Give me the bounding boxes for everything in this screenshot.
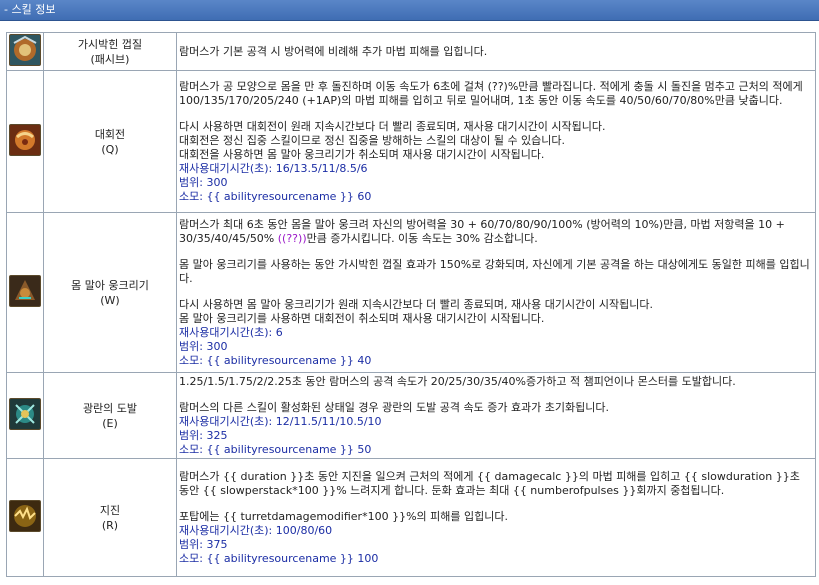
unknown-value: ((??)) xyxy=(277,231,307,245)
skill-name: 가시박힌 껍질 xyxy=(77,37,143,51)
skill-key: (패시브) xyxy=(90,52,130,66)
skill-name: 대회전 xyxy=(94,127,126,141)
skill-desc-line: 대회전을 사용하면 몸 말아 웅크리기가 취소되며 재사용 대기시간이 시작됩니… xyxy=(179,147,545,161)
range-stat: 범위: 325 xyxy=(179,428,228,442)
skill-name: 몸 말아 웅크리기 xyxy=(71,278,149,292)
defensive-curl-icon xyxy=(9,275,41,307)
frenzying-taunt-icon xyxy=(9,398,41,430)
cooldown-stat: 재사용대기시간(초): 6 xyxy=(179,325,283,339)
skill-key: (E) xyxy=(102,416,118,430)
skill-name: 광란의 도발 xyxy=(82,401,138,415)
tremors-icon xyxy=(9,500,41,532)
section-header: - 스킬 정보 xyxy=(0,0,819,21)
skill-row-passive: 가시박힌 껍질 (패시브) 람머스가 기본 공격 시 방어력에 비례해 추가 마… xyxy=(6,32,816,71)
skill-desc-line: 다시 사용하면 대회전이 원래 지속시간보다 더 빨리 종료되며, 재사용 대기… xyxy=(179,119,606,133)
skill-key: (W) xyxy=(100,293,120,307)
skill-key: (R) xyxy=(101,518,119,532)
cost-stat: 소모: {{ abilityresourcename }} 100 xyxy=(179,551,379,565)
skill-desc-line: 1.25/1.5/1.75/2/2.25초 동안 람머스의 공격 속도가 20/… xyxy=(179,374,736,388)
skill-row-q: 대회전 (Q) 람머스가 공 모양으로 몸을 만 후 돌진하며 이동 속도가 6… xyxy=(6,70,816,213)
cost-stat: 소모: {{ abilityresourcename }} 40 xyxy=(179,353,372,367)
skill-table: 가시박힌 껍질 (패시브) 람머스가 기본 공격 시 방어력에 비례해 추가 마… xyxy=(6,32,816,577)
skill-row-w: 몸 말아 웅크리기 (W) 람머스가 최대 6초 동안 몸을 말아 웅크려 자신… xyxy=(6,212,816,373)
skill-desc-line: 포탑에는 {{ turretdamagemodifier*100 }}%의 피해… xyxy=(179,509,508,523)
cooldown-stat: 재사용대기시간(초): 16/13.5/11/8.5/6 xyxy=(179,161,368,175)
skill-key: (Q) xyxy=(101,142,119,156)
cooldown-stat: 재사용대기시간(초): 12/11.5/11/10.5/10 xyxy=(179,414,382,428)
range-stat: 범위: 300 xyxy=(179,175,228,189)
cost-stat: 소모: {{ abilityresourcename }} 60 xyxy=(179,189,372,203)
skill-desc-line: 람머스가 기본 공격 시 방어력에 비례해 추가 마법 피해를 입힙니다. xyxy=(179,44,488,58)
section-title: - 스킬 정보 xyxy=(4,3,56,16)
skill-desc-line: 대회전은 정신 집중 스킬이므로 정신 집중을 방해하는 스킬의 대상이 될 수… xyxy=(179,133,566,147)
rolling-ball-icon xyxy=(9,124,41,156)
skill-desc-line: 람머스의 다른 스킬이 활성화된 상태일 경우 광란의 도발 공격 속도 증가 … xyxy=(179,400,610,414)
skill-desc-line: 다시 사용하면 몸 말아 웅크리기가 원래 지속시간보다 더 빨리 종료되며, … xyxy=(179,297,653,311)
skill-desc-line: 람머스가 공 모양으로 몸을 만 후 돌진하며 이동 속도가 6초에 걸쳐 (?… xyxy=(179,79,803,107)
skill-desc-line: 람머스가 최대 6초 동안 몸을 말아 웅크려 자신의 방어력을 30 + 60… xyxy=(179,217,785,245)
skill-name: 지진 xyxy=(99,503,121,517)
cooldown-stat: 재사용대기시간(초): 100/80/60 xyxy=(179,523,333,537)
skill-desc-line: 몸 말아 웅크리기를 사용하는 동안 가시박힌 껍질 효과가 150%로 강화되… xyxy=(179,257,810,285)
range-stat: 범위: 300 xyxy=(179,339,228,353)
armor-shell-icon xyxy=(9,34,41,66)
skill-row-r: 지진 (R) 람머스가 {{ duration }}초 동안 지진을 일으켜 근… xyxy=(6,458,816,577)
range-stat: 범위: 375 xyxy=(179,537,228,551)
skill-row-e: 광란의 도발 (E) 1.25/1.5/1.75/2/2.25초 동안 람머스의… xyxy=(6,372,816,459)
cost-stat: 소모: {{ abilityresourcename }} 50 xyxy=(179,442,372,456)
skill-desc-line: 몸 말아 웅크리기를 사용하면 대회전이 취소되며 재사용 대기시간이 시작됩니… xyxy=(179,311,545,325)
skill-desc-line: 람머스가 {{ duration }}초 동안 지진을 일으켜 근처의 적에게 … xyxy=(179,469,800,497)
